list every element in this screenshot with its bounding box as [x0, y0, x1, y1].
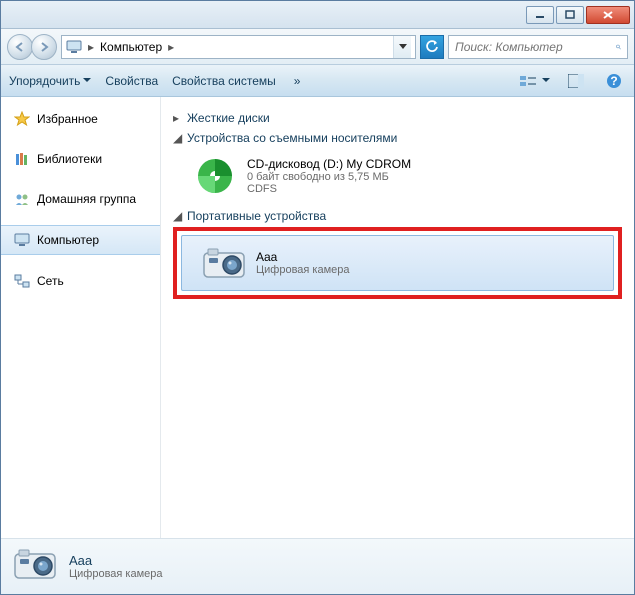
- sidebar-item-homegroup[interactable]: Домашняя группа: [1, 185, 160, 213]
- organize-menu[interactable]: Упорядочить: [9, 74, 91, 88]
- address-bar[interactable]: ▸ Компьютер ▸: [61, 35, 416, 59]
- device-camera[interactable]: Aaa Цифровая камера: [181, 235, 614, 291]
- minimize-button[interactable]: [526, 6, 554, 24]
- network-icon: [13, 272, 31, 290]
- star-icon: [13, 110, 31, 128]
- expand-arrow-icon: ◢: [173, 209, 183, 223]
- device-filesystem: CDFS: [247, 183, 411, 195]
- collapse-arrow-icon: ▸: [173, 111, 183, 125]
- back-button[interactable]: [7, 34, 33, 60]
- explorer-window: ▸ Компьютер ▸ Упорядочить Свойства Свойс…: [0, 0, 635, 595]
- device-title: Aaa: [256, 250, 350, 264]
- toolbar-overflow[interactable]: »: [290, 74, 305, 88]
- details-title: Aaa: [69, 553, 163, 568]
- search-icon: [616, 40, 621, 54]
- computer-icon: [66, 39, 82, 55]
- breadcrumb-sep: ▸: [86, 40, 96, 54]
- search-input[interactable]: [455, 40, 612, 54]
- refresh-button[interactable]: [420, 35, 444, 59]
- toolbar: Упорядочить Свойства Свойства системы » …: [1, 65, 634, 97]
- help-button[interactable]: ?: [602, 71, 626, 91]
- sidebar-item-favorites[interactable]: Избранное: [1, 105, 160, 133]
- search-box[interactable]: [448, 35, 628, 59]
- device-title: CD-дисковод (D:) My CDROM: [247, 157, 411, 171]
- system-properties-button[interactable]: Свойства системы: [172, 74, 276, 88]
- device-freespace: 0 байт свободно из 5,75 МБ: [247, 171, 411, 183]
- sidebar: Избранное Библиотеки Домашняя группа: [1, 97, 161, 538]
- preview-pane-button[interactable]: [564, 71, 588, 91]
- computer-icon: [13, 231, 31, 249]
- close-button[interactable]: [586, 6, 630, 24]
- section-portable[interactable]: ◢ Портативные устройства: [173, 209, 622, 223]
- device-subtype: Цифровая камера: [256, 264, 350, 276]
- sidebar-item-network[interactable]: Сеть: [1, 267, 160, 295]
- details-pane: Aaa Цифровая камера: [1, 538, 634, 594]
- breadcrumb-location[interactable]: Компьютер: [100, 40, 162, 54]
- details-sub: Цифровая камера: [69, 568, 163, 580]
- camera-icon: [202, 242, 246, 284]
- content-pane: ▸ Жесткие диски ◢ Устройства со съемными…: [161, 97, 634, 538]
- homegroup-icon: [13, 190, 31, 208]
- maximize-button[interactable]: [556, 6, 584, 24]
- section-removable[interactable]: ◢ Устройства со съемными носителями: [173, 131, 622, 145]
- highlight-annotation: Aaa Цифровая камера: [173, 227, 622, 299]
- properties-button[interactable]: Свойства: [105, 74, 158, 88]
- device-cdrom[interactable]: CD-дисковод (D:) My CDROM 0 байт свободн…: [173, 149, 622, 203]
- view-dropdown-arrow[interactable]: [542, 78, 550, 83]
- body: Избранное Библиотеки Домашняя группа: [1, 97, 634, 538]
- titlebar: [1, 1, 634, 29]
- section-hard-drives[interactable]: ▸ Жесткие диски: [173, 111, 622, 125]
- breadcrumb-sep: ▸: [166, 40, 176, 54]
- disc-icon: [193, 155, 237, 197]
- sidebar-item-computer[interactable]: Компьютер: [1, 225, 160, 255]
- navbar: ▸ Компьютер ▸: [1, 29, 634, 65]
- libraries-icon: [13, 150, 31, 168]
- forward-button[interactable]: [31, 34, 57, 60]
- svg-text:?: ?: [610, 74, 617, 88]
- address-dropdown[interactable]: [393, 36, 411, 58]
- camera-icon: [13, 546, 57, 588]
- expand-arrow-icon: ◢: [173, 131, 183, 145]
- sidebar-item-libraries[interactable]: Библиотеки: [1, 145, 160, 173]
- view-options-button[interactable]: [516, 71, 540, 91]
